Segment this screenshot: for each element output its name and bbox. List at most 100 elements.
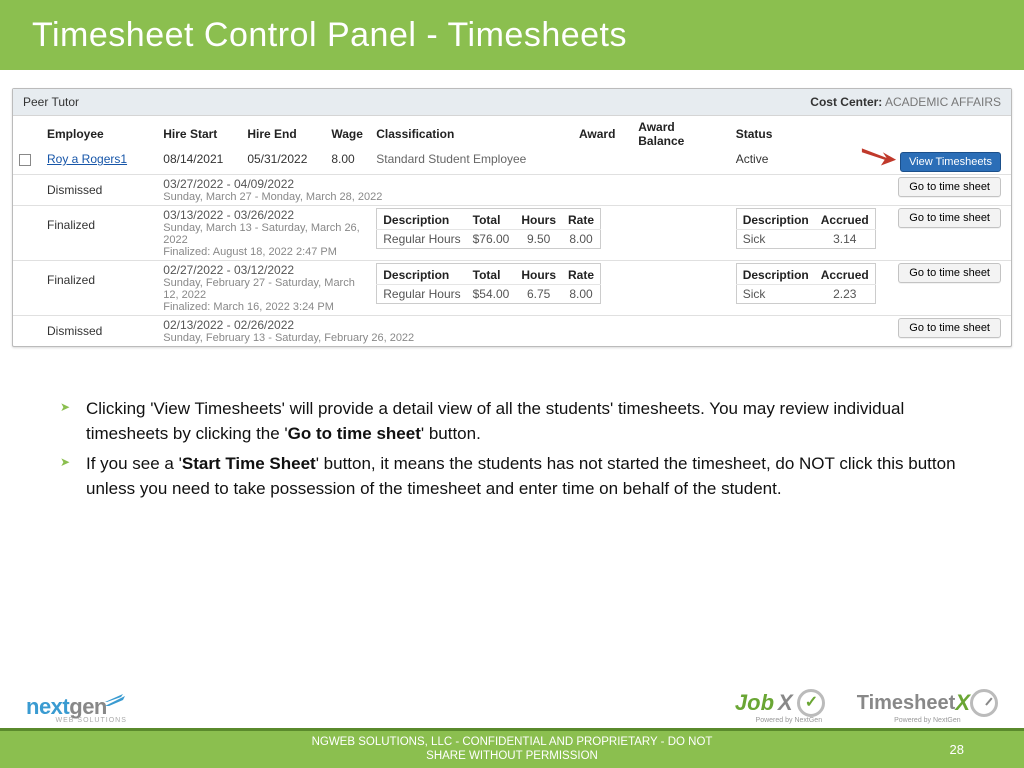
period-range: 03/27/2022 - 04/09/2022 [163,177,567,191]
role-label: Peer Tutor [23,95,79,109]
period-finalized: Finalized: August 18, 2022 2:47 PM [163,246,364,258]
bottom-bar: NGWEB SOLUTIONS, LLC - CONFIDENTIAL AND … [0,728,1024,768]
view-timesheets-button[interactable]: View Timesheets [900,152,1001,172]
hours-total: $76.00 [467,230,516,249]
accrued-col-desc: Description [736,209,815,230]
period-detail: Sunday, February 13 - Saturday, February… [163,332,567,344]
bullet-list: Clicking 'View Timesheets' will provide … [0,347,1024,502]
mini-col-rate: Rate [562,264,601,285]
period-range: 02/27/2022 - 03/12/2022 [163,263,364,277]
bullet-item: If you see a 'Start Time Sheet' button, … [60,452,964,501]
hours-desc: Regular Hours [377,230,467,249]
go-to-timesheet-button[interactable]: Go to time sheet [898,318,1001,338]
employee-link[interactable]: Roy a Rogers1 [47,152,127,166]
mini-col-total: Total [467,264,516,285]
clock-circle-icon [970,689,998,717]
accrued-table: DescriptionAccrued Sick2.23 [736,263,876,304]
col-award-balance: Award Balance [632,116,729,150]
mini-col-rate: Rate [562,209,601,230]
logo-powered: Powered by NextGen [735,717,843,724]
wing-icon [105,694,127,708]
wage-value: 8.00 [325,150,370,175]
classification-value: Standard Student Employee [370,150,573,175]
period-range: 03/13/2022 - 03/26/2022 [163,208,364,222]
hours-hours: 9.50 [515,230,562,249]
hours-table: DescriptionTotalHoursRate Regular Hours$… [376,263,601,304]
go-to-timesheet-button[interactable]: Go to time sheet [898,177,1001,197]
col-hire-end: Hire End [241,116,325,150]
col-classification: Classification [370,116,573,150]
accrued-val: 3.14 [815,230,876,249]
go-to-timesheet-button[interactable]: Go to time sheet [898,208,1001,228]
period-status: Finalized [41,206,157,261]
award-value [573,150,632,175]
hours-total: $54.00 [467,285,516,304]
bullet-text: Clicking 'View Timesheets' will provide … [86,399,904,443]
mini-col-desc: Description [377,264,467,285]
col-wage: Wage [325,116,370,150]
hours-table: DescriptionTotalHoursRate Regular Hours$… [376,208,601,249]
logo-timesheet: Timesheet [857,692,956,715]
footer-logos: nextgen WEB SOLUTIONS JobX Powered by Ne… [0,689,1024,724]
logo-gen: gen [69,694,107,719]
mini-col-total: Total [467,209,516,230]
cost-center-label: Cost Center: [810,95,882,109]
period-detail: Sunday, March 27 - Monday, March 28, 202… [163,191,567,203]
go-to-timesheet-button[interactable]: Go to time sheet [898,263,1001,283]
accrued-table: DescriptionAccrued Sick3.14 [736,208,876,249]
bullet-text: If you see a ' [86,454,182,473]
hours-rate: 8.00 [562,285,601,304]
confidential-box: NGWEB SOLUTIONS, LLC - CONFIDENTIAL AND … [288,733,737,767]
logo-x: X [778,690,793,716]
status-value: Active [730,150,882,175]
employee-row: Roy a Rogers1 08/14/2021 05/31/2022 8.00… [13,150,1011,175]
confidential-line2: SHARE WITHOUT PERMISSION [312,750,713,764]
hire-start-value: 08/14/2021 [157,150,241,175]
logo-next: next [26,694,69,719]
accrued-col-desc: Description [736,264,815,285]
jobx-logo: JobX Powered by NextGen [735,689,843,724]
hire-end-value: 05/31/2022 [241,150,325,175]
logo-powered: Powered by NextGen [857,717,998,724]
col-status: Status [730,116,882,150]
accrued-col-val: Accrued [815,209,876,230]
red-arrow-icon [860,144,898,168]
period-row: Finalized 02/27/2022 - 03/12/2022 Sunday… [13,261,1011,316]
mini-col-hours: Hours [515,209,562,230]
checkmark-circle-icon [797,689,825,717]
period-finalized: Finalized: March 16, 2022 3:24 PM [163,301,364,313]
period-status: Finalized [41,261,157,316]
nextgen-logo: nextgen WEB SOLUTIONS [26,694,127,724]
bullet-item: Clicking 'View Timesheets' will provide … [60,397,964,446]
timesheetx-logo: TimesheetX Powered by NextGen [857,689,998,724]
cost-center-value: ACADEMIC AFFAIRS [885,95,1001,109]
hours-desc: Regular Hours [377,285,467,304]
period-range: 02/13/2022 - 02/26/2022 [163,318,567,332]
period-detail: Sunday, February 27 - Saturday, March 12… [163,277,364,301]
hours-hours: 6.75 [515,285,562,304]
col-award: Award [573,116,632,150]
hours-rate: 8.00 [562,230,601,249]
accrued-val: 2.23 [815,285,876,304]
accrued-col-val: Accrued [815,264,876,285]
col-hire-start: Hire Start [157,116,241,150]
employee-checkbox[interactable] [19,154,31,166]
period-row: Dismissed 03/27/2022 - 04/09/2022 Sunday… [13,175,1011,206]
award-balance-value [632,150,729,175]
slide-title: Timesheet Control Panel - Timesheets [32,16,627,55]
period-detail: Sunday, March 13 - Saturday, March 26, 2… [163,222,364,246]
mini-col-desc: Description [377,209,467,230]
period-status: Dismissed [41,175,157,206]
logo-x: X [955,690,970,716]
confidential-line1: NGWEB SOLUTIONS, LLC - CONFIDENTIAL AND … [312,736,713,750]
bullet-text: ' button. [421,424,481,443]
col-employee: Employee [41,116,157,150]
accrued-desc: Sick [736,230,815,249]
accrued-desc: Sick [736,285,815,304]
period-status: Dismissed [41,316,157,347]
timesheet-panel: Peer Tutor Cost Center: ACADEMIC AFFAIRS… [12,88,1012,347]
period-row: Finalized 03/13/2022 - 03/26/2022 Sunday… [13,206,1011,261]
mini-col-hours: Hours [515,264,562,285]
logo-job: Job [735,690,774,716]
slide-title-bar: Timesheet Control Panel - Timesheets [0,0,1024,70]
